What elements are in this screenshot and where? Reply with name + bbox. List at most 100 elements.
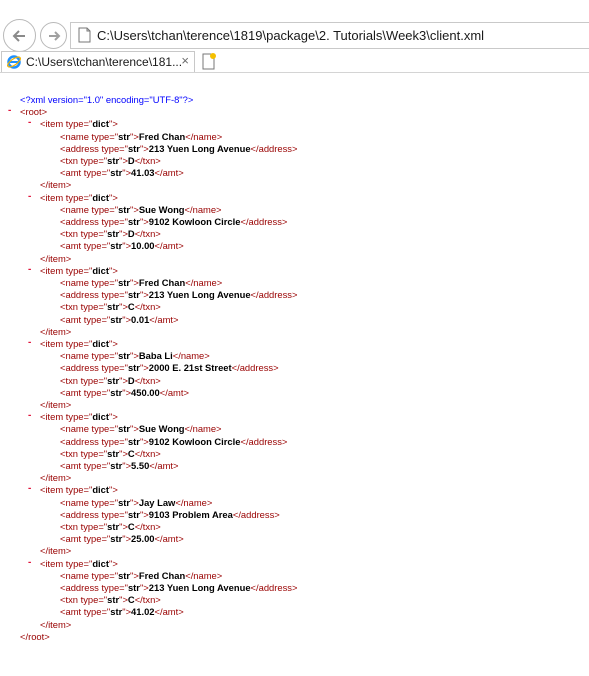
close-tab-icon[interactable]: × <box>181 53 189 68</box>
field-attr-value: str <box>118 350 131 362</box>
collapse-toggle-icon[interactable]: - <box>8 105 11 116</box>
item-type-value: dict <box>92 338 109 349</box>
field-open-tag: <address <box>60 508 102 520</box>
item-close-tag: </item> <box>40 325 72 337</box>
field-open-tag: <name <box>60 569 92 581</box>
field-address-value: 9102 Kowloon Circle <box>148 216 241 227</box>
field-attr-value: str <box>118 496 131 508</box>
field-name-value: Fred Chan <box>138 277 186 288</box>
root-close-line: </root> <box>20 631 50 643</box>
collapse-toggle-icon[interactable]: - <box>28 557 31 568</box>
field-open-tag: <amt <box>60 240 84 252</box>
field-txn-line: <txn type="str">C</txn> <box>60 448 161 460</box>
item-open-tag-end: "> <box>109 557 118 569</box>
item-open-tag: <item type=" <box>40 484 93 496</box>
field-close-tag: </txn> <box>134 155 161 166</box>
field-close-tag: </address> <box>231 362 279 374</box>
field-close-tag: </address> <box>240 435 288 447</box>
field-address-value: 213 Yuen Long Avenue <box>148 289 251 301</box>
field-amt-value: 41.03 <box>131 167 155 179</box>
field-address-line: <address type="str">9103 Problem Area</a… <box>60 509 280 521</box>
field-open-tag: <address <box>60 142 102 154</box>
field-close-tag: </name> <box>184 203 222 215</box>
field-close-tag: </txn> <box>134 301 161 313</box>
field-attr-name: type=" <box>80 155 108 166</box>
field-close-tag: </address> <box>250 142 298 154</box>
field-address-line: <address type="str">213 Yuen Long Avenue… <box>60 582 297 594</box>
back-button[interactable] <box>3 19 36 52</box>
item-open-line: <item type="dict"> <box>40 192 118 204</box>
field-open-tag: <txn <box>60 521 81 532</box>
item-open-tag-end: "> <box>109 264 118 276</box>
field-txn-line: <txn type="str">C</txn> <box>60 301 161 313</box>
field-address-value: 9102 Kowloon Circle <box>148 435 241 447</box>
field-close-tag: </name> <box>184 423 222 435</box>
field-attr-value: str <box>110 167 123 179</box>
field-amt-line: <amt type="str">25.00</amt> <box>60 533 184 545</box>
field-name-line: <name type="str">Sue Wong</name> <box>60 423 222 435</box>
collapse-toggle-icon[interactable]: - <box>28 483 31 494</box>
item-open-line: <item type="dict"> <box>40 411 118 423</box>
field-amt-value: 450.00 <box>131 386 160 398</box>
item-open-tag-end: "> <box>109 191 118 203</box>
field-open-tag: <amt <box>60 533 84 545</box>
ie-logo-icon <box>7 55 21 69</box>
item-open-tag-end: "> <box>109 338 118 349</box>
item-open-line: <item type="dict"> <box>40 265 118 277</box>
field-open-tag: <name <box>60 423 92 435</box>
field-attr-value: str <box>107 521 120 532</box>
field-attr-name: type=" <box>101 582 128 593</box>
collapse-toggle-icon[interactable]: - <box>28 191 31 202</box>
item-close-line: </item> <box>40 399 71 411</box>
field-address-line: <address type="str">2000 E. 21st Street<… <box>60 362 279 374</box>
forward-button[interactable] <box>40 22 67 49</box>
field-txn-value: D <box>127 228 135 240</box>
collapse-toggle-icon[interactable]: - <box>28 410 31 421</box>
new-tab-button[interactable] <box>199 51 219 71</box>
field-close-tag: </amt> <box>154 533 184 545</box>
item-close-line: </item> <box>40 472 71 484</box>
xml-declaration: <?xml version="1.0" encoding="UTF-8"?> <box>20 94 194 105</box>
tab-client-xml[interactable]: C:\Users\tchan\terence\181... × <box>1 51 195 72</box>
field-attr-value: str <box>118 277 131 288</box>
field-address-line: <address type="str">213 Yuen Long Avenue… <box>60 289 297 301</box>
collapse-toggle-icon[interactable]: - <box>28 337 31 348</box>
field-name-value: Fred Chan <box>138 130 186 142</box>
field-txn-line: <txn type="str">C</txn> <box>60 521 161 533</box>
field-open-tag: <address <box>60 289 102 301</box>
field-txn-value: C <box>127 447 135 459</box>
item-open-line: <item type="dict"> <box>40 484 118 496</box>
item-type-value: dict <box>92 484 109 496</box>
field-close-tag: </name> <box>185 277 223 288</box>
field-attr-name: type=" <box>80 228 108 240</box>
field-attr-value: str <box>118 423 131 435</box>
field-attr-name: type=" <box>80 374 108 386</box>
field-attr-name: type=" <box>91 130 119 142</box>
address-text[interactable]: C:\Users\tchan\terence\1819\package\2. T… <box>97 28 484 43</box>
item-open-tag: <item type=" <box>40 191 93 203</box>
item-open-tag-end: "> <box>109 484 118 496</box>
field-open-tag: <txn <box>60 374 81 386</box>
collapse-toggle-icon[interactable]: - <box>28 264 31 275</box>
field-txn-line: <txn type="str">D</txn> <box>60 375 161 387</box>
field-open-tag: <address <box>60 216 102 227</box>
xml-declaration-line: <?xml version="1.0" encoding="UTF-8"?> <box>20 94 193 106</box>
root-close-tag: </root> <box>20 630 50 642</box>
field-address-line: <address type="str">9102 Kowloon Circle<… <box>60 436 287 448</box>
root-open-line: <root> <box>20 106 47 118</box>
item-type-value: dict <box>92 264 109 276</box>
field-amt-line: <amt type="str">10.00</amt> <box>60 240 184 252</box>
browser-chrome: C:\Users\tchan\terence\1819\package\2. T… <box>0 0 589 73</box>
field-close-tag: </amt> <box>154 167 184 179</box>
address-bar[interactable]: C:\Users\tchan\terence\1819\package\2. T… <box>70 22 589 49</box>
field-attr-name: type=" <box>80 521 108 532</box>
field-attr-value: str <box>127 362 140 374</box>
field-attr-value: str <box>127 435 140 447</box>
field-open-tag: <address <box>60 435 102 447</box>
field-attr-value: str <box>118 203 131 215</box>
collapse-toggle-icon[interactable]: - <box>28 117 31 128</box>
field-attr-value: str <box>127 289 140 301</box>
field-open-tag: <address <box>60 362 102 374</box>
field-attr-name: type=" <box>83 533 111 545</box>
field-amt-value: 0.01 <box>131 313 150 325</box>
